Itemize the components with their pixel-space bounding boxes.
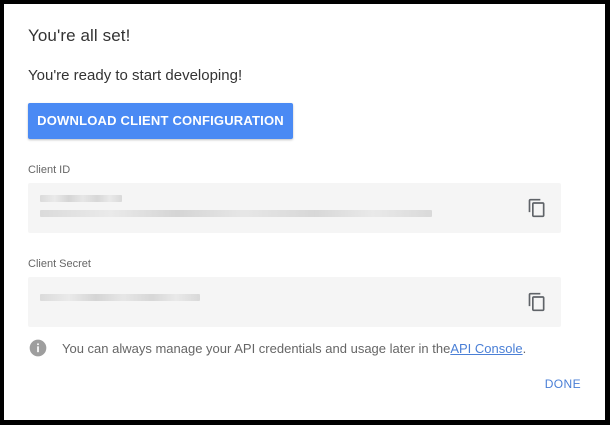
copy-icon <box>528 292 545 312</box>
copy-client-secret-button[interactable] <box>527 292 547 312</box>
info-text-suffix: . <box>522 340 527 356</box>
dialog-subtitle: You're ready to start developing! <box>28 67 243 84</box>
client-id-field[interactable] <box>28 183 561 233</box>
download-client-configuration-button[interactable]: DOWNLOAD CLIENT CONFIGURATION <box>28 103 293 139</box>
client-id-masked-value <box>40 195 122 202</box>
dialog-title: You're all set! <box>28 26 131 45</box>
copy-icon <box>528 198 545 218</box>
info-message: You can always manage your API credentia… <box>28 337 526 359</box>
client-id-label: Client ID <box>28 164 71 176</box>
copy-client-id-button[interactable] <box>527 198 547 218</box>
api-console-link[interactable]: API Console <box>450 341 522 356</box>
info-icon <box>29 339 47 357</box>
client-secret-label: Client Secret <box>28 258 91 270</box>
info-text: You can always manage your API credentia… <box>62 340 451 356</box>
client-secret-masked-value <box>40 294 200 301</box>
client-id-masked-value <box>40 210 432 217</box>
setup-complete-dialog: You're all set! You're ready to start de… <box>4 4 605 420</box>
client-secret-field[interactable] <box>28 277 561 327</box>
done-button[interactable]: DONE <box>545 372 581 396</box>
